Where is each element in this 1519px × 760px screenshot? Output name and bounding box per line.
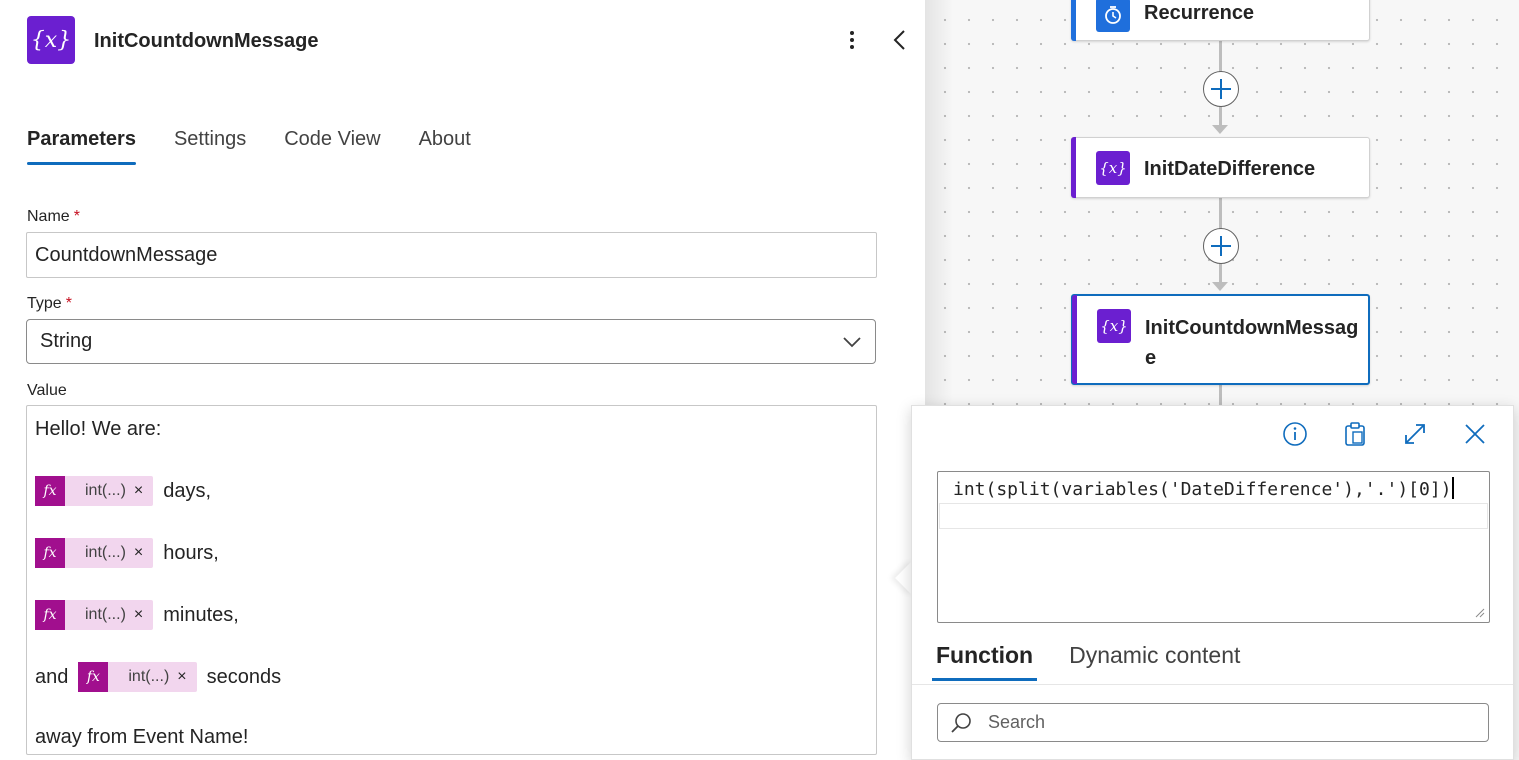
token-label: int(...)	[85, 482, 126, 499]
panel-tabs: Parameters Settings Code View About	[27, 128, 509, 165]
name-label: Name *	[27, 208, 80, 226]
more-options-icon[interactable]	[840, 28, 864, 52]
collapse-panel-icon[interactable]	[888, 26, 912, 54]
value-line-hours: fx int(...) × hours,	[35, 538, 219, 568]
variable-icon: {x}	[1096, 151, 1130, 185]
type-dropdown[interactable]: String	[26, 319, 876, 364]
required-asterisk: *	[65, 295, 72, 312]
close-icon[interactable]	[1461, 420, 1489, 448]
tab-function[interactable]: Function	[932, 642, 1038, 681]
value-line-1: Hello! We are:	[35, 418, 162, 440]
clipboard-icon[interactable]	[1341, 420, 1369, 448]
value-text-seconds: seconds	[206, 665, 282, 688]
popup-tabs: Function Dynamic content	[932, 642, 1272, 681]
node-initdatedifference[interactable]: {x} InitDateDifference	[1071, 137, 1370, 198]
expression-value: int(split(variables('DateDifference'),'.…	[953, 479, 1452, 500]
text-caret	[1451, 477, 1454, 499]
variable-icon-glyph: {x}	[1099, 159, 1127, 177]
current-line-highlight	[939, 503, 1488, 529]
tab-code-view[interactable]: Code View	[284, 128, 380, 165]
remove-token-icon[interactable]: ×	[134, 482, 153, 500]
connector-arrow-icon	[1212, 282, 1228, 291]
search-icon	[951, 712, 971, 733]
remove-token-icon[interactable]: ×	[177, 668, 196, 686]
resize-handle-icon[interactable]	[1473, 606, 1485, 618]
add-step-button[interactable]	[1203, 228, 1239, 264]
type-dropdown-value: String	[40, 330, 93, 352]
function-icon: fx	[35, 476, 65, 506]
value-line-days: fx int(...) × days,	[35, 476, 211, 506]
node-initcountdownmessage[interactable]: {x} InitCountdownMessage	[1071, 294, 1370, 385]
search-input[interactable]	[988, 712, 1468, 733]
info-icon[interactable]	[1281, 420, 1309, 448]
variable-icon: {x}	[27, 16, 75, 64]
expand-icon[interactable]	[1401, 420, 1429, 448]
value-text-minutes: minutes,	[163, 603, 239, 626]
expression-token[interactable]: fx int(...) ×	[78, 662, 197, 692]
tab-parameters[interactable]: Parameters	[27, 128, 136, 165]
variable-icon-glyph: {x}	[1100, 317, 1128, 335]
tabs-divider	[912, 684, 1513, 685]
remove-token-icon[interactable]: ×	[134, 606, 153, 624]
variable-icon: {x}	[1097, 309, 1131, 343]
value-line-minutes: fx int(...) × minutes,	[35, 600, 239, 630]
clock-icon	[1096, 0, 1130, 32]
type-label: Type *	[27, 295, 72, 313]
token-label: int(...)	[85, 606, 126, 623]
node-label: Recurrence	[1144, 2, 1255, 24]
node-accent-bar	[1071, 0, 1076, 41]
value-text-hours: hours,	[163, 541, 219, 564]
variable-icon-glyph: {x}	[30, 27, 72, 53]
connector-arrow-icon	[1212, 125, 1228, 134]
function-icon: fx	[35, 538, 65, 568]
expression-token[interactable]: fx int(...) ×	[35, 538, 154, 568]
action-details-panel: {x} InitCountdownMessage Parameters Sett…	[0, 0, 925, 760]
expression-input[interactable]: int(split(variables('DateDifference'),'.…	[937, 471, 1490, 623]
function-icon: fx	[78, 662, 109, 692]
expression-token[interactable]: fx int(...) ×	[35, 600, 154, 630]
expression-token[interactable]: fx int(...) ×	[35, 476, 154, 506]
function-icon: fx	[35, 600, 65, 630]
value-text-days: days,	[163, 479, 212, 502]
add-step-button[interactable]	[1203, 71, 1239, 107]
required-asterisk: *	[73, 208, 80, 225]
panel-title: InitCountdownMessage	[94, 30, 319, 52]
expression-text: int(split(variables('DateDifference'),'.…	[953, 475, 1473, 504]
node-accent-bar	[1072, 295, 1077, 384]
value-line-last: away from Event Name!	[35, 726, 249, 748]
node-accent-bar	[1071, 137, 1076, 198]
search-box[interactable]	[937, 703, 1489, 742]
token-label: int(...)	[85, 544, 126, 561]
node-label: InitDateDifference	[1144, 158, 1316, 180]
tab-dynamic-content[interactable]: Dynamic content	[1065, 642, 1244, 681]
tab-about[interactable]: About	[419, 128, 471, 165]
type-label-text: Type	[27, 295, 62, 312]
value-text-and: and	[35, 665, 69, 688]
token-label: int(...)	[128, 668, 170, 685]
node-label: InitCountdownMessage	[1145, 317, 1359, 369]
name-field-value: CountdownMessage	[35, 243, 218, 266]
node-recurrence[interactable]: Recurrence	[1071, 0, 1370, 41]
name-field[interactable]: CountdownMessage	[26, 232, 877, 278]
remove-token-icon[interactable]: ×	[134, 544, 153, 562]
value-label: Value	[27, 382, 67, 399]
name-label-text: Name	[27, 208, 70, 225]
expression-editor-popup: int(split(variables('DateDifference'),'.…	[911, 405, 1514, 760]
tab-settings[interactable]: Settings	[174, 128, 246, 165]
chevron-down-icon	[843, 336, 861, 347]
value-line-seconds: and fx int(...) × seconds	[35, 662, 281, 692]
value-editor[interactable]: Hello! We are: fx int(...) × days, fx in…	[26, 405, 877, 755]
